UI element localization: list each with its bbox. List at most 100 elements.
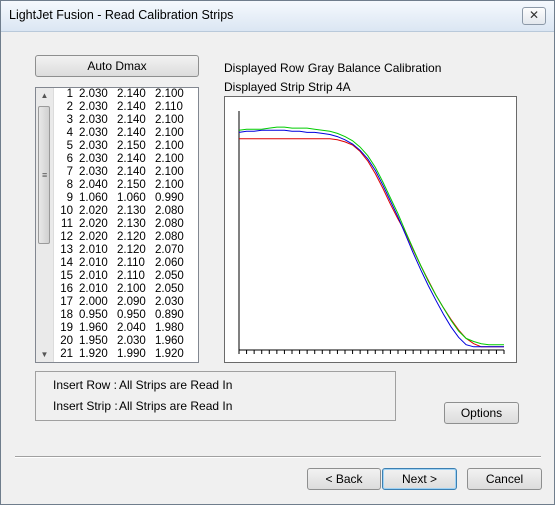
displayed-row-value: Gray Balance Calibration: [308, 61, 442, 75]
row-number: 9: [66, 192, 73, 204]
density-value: 2.100: [155, 88, 184, 100]
close-button[interactable]: ✕: [522, 7, 546, 25]
list-item[interactable]: 12 2.020 2.120 2.080: [53, 231, 198, 244]
series-line: [238, 126, 504, 346]
row-number: 15: [60, 270, 73, 282]
density-value: 2.140: [117, 88, 146, 100]
density-value: 2.030: [79, 153, 108, 165]
list-item[interactable]: 16 2.010 2.100 2.050: [53, 283, 198, 296]
title-bar: LightJet Fusion - Read Calibration Strip…: [1, 1, 554, 32]
displayed-row-label: Displayed Row :: [224, 61, 311, 75]
row-number: 21: [60, 348, 73, 360]
list-item[interactable]: 21 1.920 1.990 1.920: [53, 348, 198, 361]
auto-dmax-button[interactable]: Auto Dmax: [35, 55, 199, 77]
density-value: 2.100: [155, 127, 184, 139]
density-value: 2.100: [117, 283, 146, 295]
density-value: 2.020: [79, 231, 108, 243]
density-value: 2.040: [117, 322, 146, 334]
list-item[interactable]: 6 2.030 2.140 2.100: [53, 153, 198, 166]
row-number: 1: [66, 88, 73, 100]
list-scrollbar[interactable]: ▲ ≡ ▼: [36, 88, 54, 362]
list-item[interactable]: 8 2.040 2.150 2.100: [53, 179, 198, 192]
row-number: 6: [66, 153, 73, 165]
scroll-thumb[interactable]: ≡: [38, 106, 50, 244]
cancel-button[interactable]: Cancel: [467, 468, 542, 490]
density-value: 2.010: [79, 257, 108, 269]
insert-strip-value: All Strips are Read In: [119, 399, 233, 413]
scroll-down-icon[interactable]: ▼: [37, 347, 52, 362]
density-value: 1.920: [79, 348, 108, 360]
density-value: 1.060: [79, 192, 108, 204]
row-number: 16: [60, 283, 73, 295]
list-item[interactable]: 17 2.000 2.090 2.030: [53, 296, 198, 309]
density-value: 2.010: [79, 244, 108, 256]
row-number: 7: [66, 166, 73, 178]
density-value: 2.080: [155, 218, 184, 230]
row-number: 4: [66, 127, 73, 139]
next-button[interactable]: Next >: [382, 468, 457, 490]
list-item[interactable]: 13 2.010 2.120 2.070: [53, 244, 198, 257]
row-number: 13: [60, 244, 73, 256]
displayed-strip-value: Strip 4A: [308, 80, 351, 94]
density-value: 1.990: [117, 348, 146, 360]
footer-separator: [15, 456, 541, 458]
density-value: 2.140: [117, 153, 146, 165]
calibration-window: LightJet Fusion - Read Calibration Strip…: [0, 0, 555, 505]
options-button[interactable]: Options: [444, 402, 519, 424]
density-value: 1.920: [155, 348, 184, 360]
density-value: 2.100: [155, 166, 184, 178]
density-value: 2.030: [117, 335, 146, 347]
row-number: 8: [66, 179, 73, 191]
density-value: 2.110: [117, 270, 145, 282]
density-value: 0.950: [79, 309, 108, 321]
list-item[interactable]: 18 0.950 0.950 0.890: [53, 309, 198, 322]
list-item[interactable]: 19 1.960 2.040 1.980: [53, 322, 198, 335]
list-item[interactable]: 15 2.010 2.110 2.050: [53, 270, 198, 283]
list-item[interactable]: 5 2.030 2.150 2.100: [53, 140, 198, 153]
density-value: 2.020: [79, 205, 108, 217]
density-value: 0.890: [155, 309, 184, 321]
insert-row-value: All Strips are Read In: [119, 378, 233, 392]
density-readings-list[interactable]: ▲ ≡ ▼ 1 2.030 2.140 2.100 2 2.030 2.140 2.110 3 2…: [35, 87, 199, 363]
displayed-strip-label: Displayed Strip :: [224, 80, 312, 94]
density-value: 2.050: [155, 283, 184, 295]
density-value: 2.020: [79, 218, 108, 230]
series-line: [239, 138, 504, 348]
list-item[interactable]: 11 2.020 2.130 2.080: [53, 218, 198, 231]
density-value: 0.950: [117, 309, 146, 321]
list-item[interactable]: 1 2.030 2.140 2.100: [53, 88, 198, 101]
list-item[interactable]: 3 2.030 2.140 2.100: [53, 114, 198, 127]
density-value: 2.080: [155, 205, 184, 217]
density-value: 2.090: [117, 296, 146, 308]
density-chart-svg: [238, 111, 505, 354]
list-item[interactable]: 14 2.010 2.110 2.060: [53, 257, 198, 270]
density-value: 2.140: [117, 114, 146, 126]
density-value: 2.030: [79, 88, 108, 100]
density-value: 1.060: [117, 192, 146, 204]
row-number: 5: [66, 140, 73, 152]
density-value: 2.010: [79, 270, 108, 282]
density-value: 2.060: [155, 257, 184, 269]
density-value: 2.030: [79, 140, 108, 152]
window-title: LightJet Fusion - Read Calibration Strip…: [9, 8, 234, 22]
density-value: 2.100: [155, 179, 184, 191]
scroll-up-icon[interactable]: ▲: [37, 88, 52, 103]
density-value: 2.150: [117, 140, 146, 152]
density-value: 2.140: [117, 101, 146, 113]
density-value: 2.010: [79, 283, 108, 295]
list-item[interactable]: 9 1.060 1.060 0.990: [53, 192, 198, 205]
list-item[interactable]: 20 1.950 2.030 1.960: [53, 335, 198, 348]
row-number: 12: [60, 231, 73, 243]
density-value: 2.150: [117, 179, 146, 191]
list-item[interactable]: 7 2.030 2.140 2.100: [53, 166, 198, 179]
density-value: 2.070: [155, 244, 184, 256]
list-item[interactable]: 2 2.030 2.140 2.110: [53, 101, 198, 114]
close-icon: ✕: [528, 8, 540, 22]
density-value: 2.040: [79, 179, 108, 191]
density-value: 2.030: [79, 127, 108, 139]
back-button[interactable]: < Back: [307, 468, 381, 490]
density-value: 1.950: [79, 335, 108, 347]
list-item[interactable]: 4 2.030 2.140 2.100: [53, 127, 198, 140]
density-value: 2.140: [117, 127, 146, 139]
list-item[interactable]: 10 2.020 2.130 2.080: [53, 205, 198, 218]
